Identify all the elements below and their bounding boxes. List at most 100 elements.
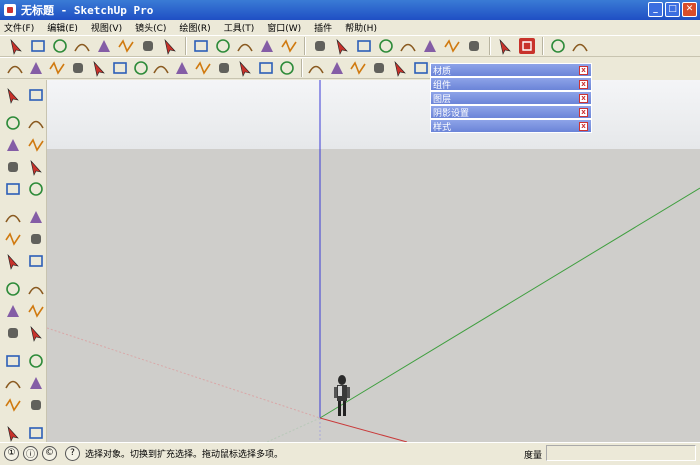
tray-shadows[interactable]: 阴影设置 x [430, 105, 592, 119]
camera-icon[interactable] [398, 36, 418, 56]
measurements-input[interactable] [546, 445, 696, 461]
menu-window[interactable]: 窗口(W) [267, 21, 301, 34]
follow-me-icon[interactable] [116, 36, 136, 56]
orbit-icon[interactable] [495, 36, 515, 56]
select-icon[interactable] [6, 36, 26, 56]
rect-icon[interactable] [131, 58, 150, 78]
close-icon[interactable]: x [579, 80, 588, 89]
pencil-icon[interactable] [26, 135, 46, 155]
pan-icon[interactable] [26, 351, 46, 371]
arc-icon[interactable] [26, 157, 46, 177]
menu-view[interactable]: 视图(V) [91, 21, 122, 34]
model-viewport[interactable] [47, 80, 700, 442]
orbit-icon[interactable] [3, 351, 23, 371]
tape-icon[interactable] [235, 36, 255, 56]
polygon-icon[interactable] [152, 58, 171, 78]
menu-help[interactable]: 帮助(H) [345, 21, 377, 34]
select-icon[interactable] [3, 85, 23, 105]
dimension-icon[interactable] [257, 36, 277, 56]
menu-edit[interactable]: 编辑(E) [47, 21, 78, 34]
line-icon[interactable] [6, 58, 25, 78]
menu-camera[interactable]: 镜头(C) [135, 21, 166, 34]
offset-icon[interactable] [138, 36, 158, 56]
menu-file[interactable]: 文件(F) [4, 21, 34, 34]
zigzag-icon[interactable] [194, 58, 213, 78]
paint-icon[interactable] [213, 36, 233, 56]
close-icon[interactable]: x [579, 122, 588, 131]
line2-icon[interactable] [307, 58, 326, 78]
3d-text-icon[interactable] [26, 323, 46, 343]
ellipse-icon[interactable] [390, 58, 409, 78]
move-icon[interactable] [3, 207, 23, 227]
cloud-icon[interactable] [215, 58, 234, 78]
text-icon[interactable] [332, 36, 352, 56]
look-icon[interactable] [442, 36, 462, 56]
shape2-icon[interactable] [411, 58, 430, 78]
shape-icon[interactable] [235, 58, 254, 78]
rounded-rect-icon[interactable] [277, 58, 296, 78]
3d-text-icon[interactable] [354, 36, 374, 56]
close-icon[interactable]: x [579, 94, 588, 103]
rotate-icon[interactable] [50, 36, 70, 56]
protractor-icon[interactable] [279, 36, 299, 56]
settings-icon[interactable] [548, 36, 568, 56]
intersect-icon[interactable] [160, 36, 180, 56]
walk-icon[interactable] [3, 423, 23, 443]
viewport-canvas[interactable] [47, 80, 700, 442]
axes-icon[interactable] [3, 323, 23, 343]
erase-icon[interactable] [26, 113, 46, 133]
minimize-button[interactable]: _ [648, 2, 663, 17]
tray-components[interactable]: 组件 x [430, 77, 592, 91]
axes-icon[interactable] [310, 36, 330, 56]
push-pull-icon[interactable] [94, 36, 114, 56]
circle2-icon[interactable] [328, 58, 347, 78]
arc2-icon[interactable] [370, 58, 389, 78]
arc-icon[interactable] [27, 58, 46, 78]
tray-layers[interactable]: 图层 x [430, 91, 592, 105]
zoom-extents-icon[interactable] [3, 395, 23, 415]
tape-measure-icon[interactable] [3, 279, 23, 299]
bezier-icon[interactable] [89, 58, 108, 78]
copyright-icon[interactable]: © [42, 445, 57, 461]
push-pull-icon[interactable] [26, 207, 46, 227]
eraser-icon[interactable] [26, 85, 46, 105]
su-app-icon[interactable] [517, 36, 537, 56]
circle-icon[interactable] [3, 157, 23, 177]
follow-me-icon[interactable] [26, 229, 46, 249]
freehand-icon[interactable] [48, 58, 67, 78]
close-icon[interactable]: x [579, 108, 588, 117]
scale-icon[interactable] [72, 36, 92, 56]
text-icon[interactable] [26, 301, 46, 321]
section-icon[interactable] [376, 36, 396, 56]
menu-plugins[interactable]: 插件 [314, 21, 332, 34]
freehand-icon[interactable] [26, 179, 46, 199]
components-icon[interactable] [464, 36, 484, 56]
move-icon[interactable] [28, 36, 48, 56]
curve-icon[interactable] [69, 58, 88, 78]
eraser-icon[interactable] [191, 36, 211, 56]
tray-styles[interactable]: 样式 x [430, 119, 592, 133]
maximize-button[interactable]: □ [665, 2, 680, 17]
credits-icon[interactable]: ⓘ [23, 445, 38, 461]
help-icon[interactable]: ? [65, 445, 80, 461]
dimension-icon[interactable] [26, 279, 46, 299]
bulge-icon[interactable] [256, 58, 275, 78]
protractor-icon[interactable] [3, 301, 23, 321]
wrench-icon[interactable] [349, 58, 368, 78]
offset-icon[interactable] [26, 251, 46, 271]
scale-icon[interactable] [3, 251, 23, 271]
walk-icon[interactable] [420, 36, 440, 56]
look-around-icon[interactable] [26, 423, 46, 443]
tray-materials[interactable]: 材质 x [430, 63, 592, 77]
geo-location-icon[interactable]: ① [4, 445, 19, 461]
rectangle-icon[interactable] [3, 135, 23, 155]
zoom-window-icon[interactable] [26, 373, 46, 393]
close-button[interactable]: ✕ [682, 2, 697, 17]
menu-draw[interactable]: 绘图(R) [179, 21, 210, 34]
previous-icon[interactable] [26, 395, 46, 415]
polygon-icon[interactable] [3, 179, 23, 199]
fillet-icon[interactable] [110, 58, 129, 78]
menu-tools[interactable]: 工具(T) [224, 21, 255, 34]
close-icon[interactable]: x [579, 66, 588, 75]
spiral-icon[interactable] [173, 58, 192, 78]
